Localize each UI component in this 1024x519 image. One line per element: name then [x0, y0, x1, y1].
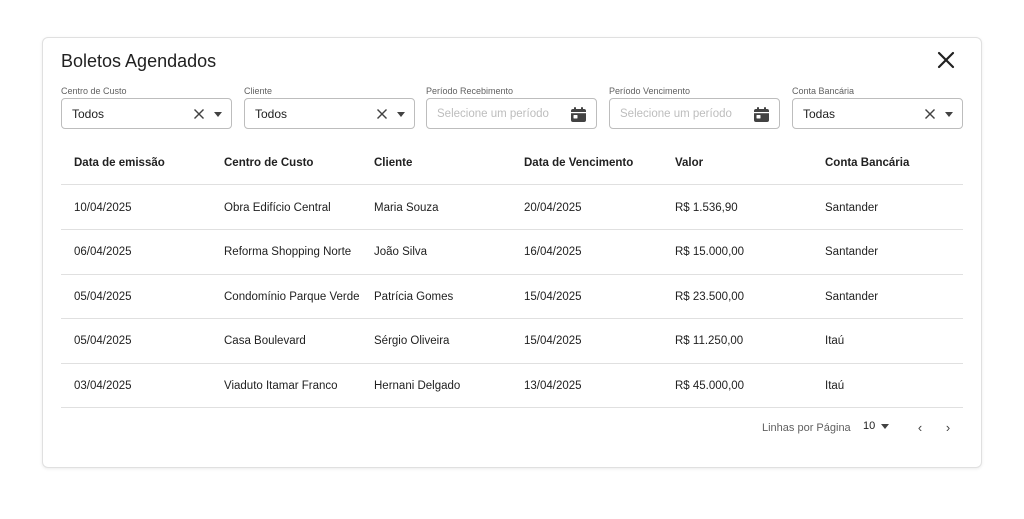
rows-per-page-select[interactable]: 10	[863, 420, 890, 436]
cell-bank-account: Santander	[825, 202, 879, 214]
column-header-issue-date[interactable]: Data de emissão	[74, 157, 165, 169]
row-divider	[61, 318, 963, 319]
bank-account-chevron-down-icon[interactable]	[945, 112, 953, 117]
clear-client-icon[interactable]	[376, 108, 388, 120]
cell-cost-center: Viaduto Itamar Franco	[224, 380, 338, 392]
client-chevron-down-icon[interactable]	[397, 112, 405, 117]
filter-client: Cliente Todos	[244, 85, 415, 129]
cell-bank-account: Itaú	[825, 380, 845, 392]
cost-center-value: Todos	[72, 107, 105, 121]
due-period-placeholder: Selecione um período	[620, 108, 732, 120]
client-value: Todos	[255, 107, 288, 121]
cell-issue-date: 06/04/2025	[74, 246, 132, 258]
cell-value: R$ 11.250,00	[675, 335, 744, 347]
cell-cost-center: Casa Boulevard	[224, 335, 306, 347]
bank-account-value: Todas	[803, 107, 836, 121]
due-calendar-icon[interactable]	[753, 106, 770, 123]
row-divider	[61, 274, 963, 275]
receipt-calendar-icon[interactable]	[570, 106, 587, 123]
clear-cost-center-icon[interactable]	[193, 108, 205, 120]
client-select[interactable]: Todos	[244, 98, 415, 129]
cell-due-date: 20/04/2025	[524, 202, 582, 214]
cost-center-chevron-down-icon[interactable]	[214, 112, 222, 117]
cell-client: Maria Souza	[374, 202, 439, 214]
due-period-input[interactable]: Selecione um período	[609, 98, 780, 129]
cell-cost-center: Obra Edifício Central	[224, 202, 331, 214]
header-divider	[61, 184, 963, 185]
cell-value: R$ 15.000,00	[675, 246, 745, 258]
receipt-period-input[interactable]: Selecione um período	[426, 98, 597, 129]
cell-value: R$ 23.500,00	[675, 291, 745, 303]
cell-cost-center: Condomínio Parque Verde	[224, 291, 360, 303]
rows-per-page-label: Linhas por Página	[762, 422, 851, 434]
cell-client: Sérgio Oliveira	[374, 335, 450, 347]
column-header-value[interactable]: Valor	[675, 157, 703, 169]
cell-client: João Silva	[374, 246, 428, 258]
cell-client: Patrícia Gomes	[374, 291, 454, 303]
cell-issue-date: 10/04/2025	[74, 202, 132, 214]
receipt-period-placeholder: Selecione um período	[437, 108, 549, 120]
filter-cost-center: Centro de Custo Todos	[61, 85, 232, 129]
row-divider	[61, 407, 963, 408]
cost-center-select[interactable]: Todos	[61, 98, 232, 129]
cell-issue-date: 05/04/2025	[74, 291, 132, 303]
cell-due-date: 13/04/2025	[524, 380, 582, 392]
cell-due-date: 15/04/2025	[524, 335, 582, 347]
filter-bank-account-label: Conta Bancária	[792, 86, 855, 96]
bank-account-select[interactable]: Todas	[792, 98, 963, 129]
column-header-cost-center[interactable]: Centro de Custo	[224, 157, 313, 169]
filter-due-period: Período Vencimento Selecione um período	[609, 85, 780, 129]
next-page-icon[interactable]: ›	[941, 420, 955, 436]
close-icon	[937, 51, 955, 69]
rows-per-page-chevron-down-icon	[881, 423, 890, 429]
filter-receipt-period: Período Recebimento Selecione um período	[426, 85, 597, 129]
cell-bank-account: Santander	[825, 246, 879, 258]
filter-cost-center-label: Centro de Custo	[61, 86, 127, 96]
filter-bank-account: Conta Bancária Todas	[792, 85, 963, 129]
filter-client-label: Cliente	[244, 86, 273, 96]
clear-bank-account-icon[interactable]	[924, 108, 936, 120]
row-divider	[61, 363, 963, 364]
column-header-due-date[interactable]: Data de Vencimento	[524, 157, 633, 169]
cell-value: R$ 1.536,90	[675, 202, 738, 214]
cell-bank-account: Santander	[825, 291, 879, 303]
cell-issue-date: 05/04/2025	[74, 335, 132, 347]
prev-page-icon[interactable]: ‹	[913, 420, 927, 436]
rows-per-page-value: 10	[863, 420, 876, 432]
row-divider	[61, 229, 963, 230]
filter-receipt-period-label: Período Recebimento	[426, 86, 514, 96]
column-header-client[interactable]: Cliente	[374, 157, 412, 169]
cell-due-date: 15/04/2025	[524, 291, 582, 303]
cell-issue-date: 03/04/2025	[74, 380, 132, 392]
modal-title: Boletos Agendados	[61, 51, 217, 71]
cell-bank-account: Itaú	[825, 335, 845, 347]
cell-client: Hernani Delgado	[374, 380, 461, 392]
cell-cost-center: Reforma Shopping Norte	[224, 246, 352, 258]
cell-value: R$ 45.000,00	[675, 380, 745, 392]
column-header-bank-account[interactable]: Conta Bancária	[825, 157, 909, 169]
close-button[interactable]	[935, 49, 957, 71]
cell-due-date: 16/04/2025	[524, 246, 582, 258]
filter-due-period-label: Período Vencimento	[609, 86, 691, 96]
